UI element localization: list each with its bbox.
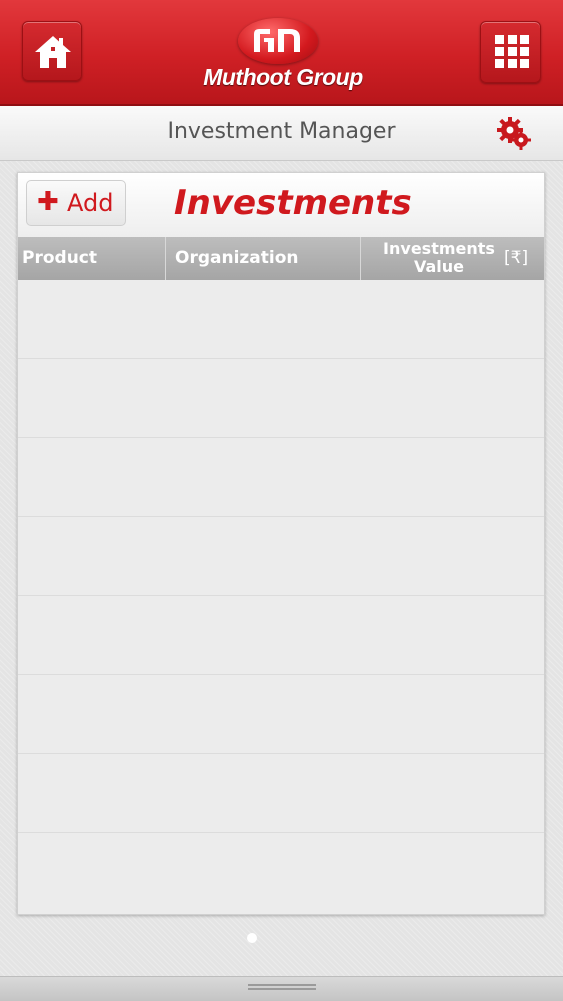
title-bar: Investment Manager (0, 106, 563, 161)
muthoot-logo: Muthoot Group (188, 14, 378, 94)
table-row (18, 675, 544, 754)
page-indicator-dot (247, 933, 257, 943)
gear-icon[interactable] (495, 116, 533, 152)
column-product[interactable]: Product (18, 237, 166, 280)
column-investment-value[interactable]: Investments Value [₹] (361, 237, 544, 280)
logo-text: Muthoot Group (203, 64, 363, 90)
table-row (18, 596, 544, 675)
table-row (18, 517, 544, 596)
home-button[interactable] (22, 21, 82, 81)
investments-card: ✚ Add Investments Product Organization I… (17, 172, 545, 915)
add-investment-button[interactable]: ✚ Add (26, 180, 126, 226)
table-row (18, 280, 544, 359)
table-row (18, 754, 544, 833)
drawer-handle[interactable] (248, 984, 316, 990)
table-row (18, 833, 544, 912)
table-header: Product Organization Investments Value [… (18, 237, 544, 280)
table-body (18, 280, 544, 912)
table-row (18, 359, 544, 438)
column-organization[interactable]: Organization (166, 237, 361, 280)
plus-icon: ✚ (37, 187, 59, 217)
column-value-label: Investments Value (383, 239, 495, 276)
card-toolbar: ✚ Add Investments (18, 173, 544, 237)
card-title: Investments (174, 183, 412, 223)
grid-menu-icon (495, 35, 529, 71)
table-row (18, 438, 544, 517)
app-header: Muthoot Group (0, 0, 563, 106)
menu-button[interactable] (480, 21, 541, 83)
add-label: Add (67, 189, 114, 217)
currency-label: [₹] (504, 248, 529, 268)
page-title: Investment Manager (167, 119, 396, 144)
home-icon (35, 36, 71, 68)
logo-emblem (238, 18, 318, 64)
